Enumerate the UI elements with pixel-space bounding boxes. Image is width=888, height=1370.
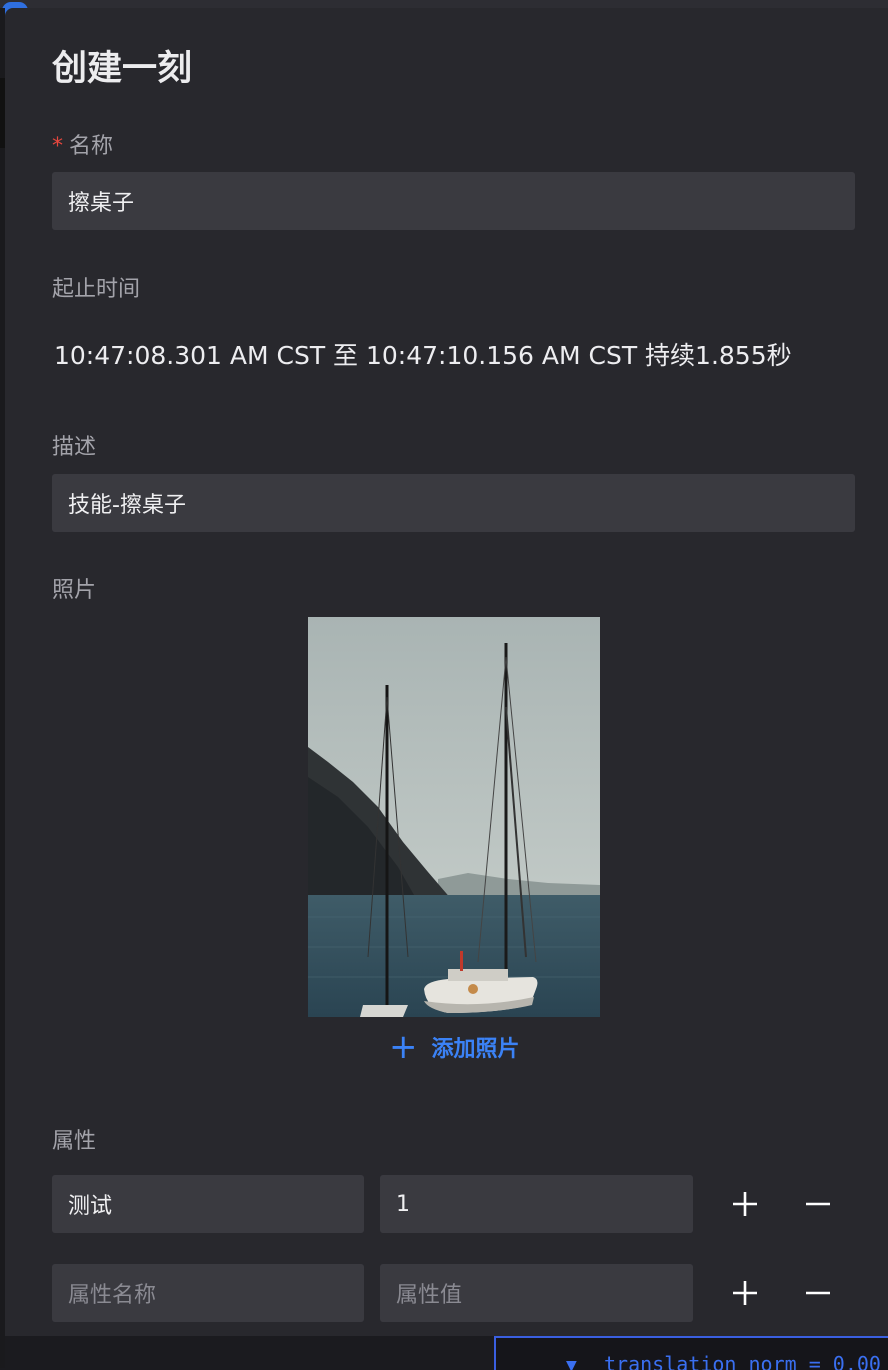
attribute-name-placeholder: 属性名称 bbox=[68, 1283, 157, 1308]
minus-icon bbox=[806, 1202, 830, 1206]
attribute-name-input[interactable]: 属性名称 bbox=[52, 1264, 364, 1322]
attribute-value-input[interactable]: 属性值 bbox=[380, 1264, 693, 1322]
photo-thumbnail[interactable] bbox=[308, 617, 600, 1017]
attribute-name-input[interactable]: 测试 bbox=[52, 1175, 364, 1233]
plus-icon bbox=[733, 1281, 757, 1305]
attributes-label: 属性 bbox=[52, 1129, 97, 1154]
expand-triangle-icon: ▼ bbox=[566, 1358, 577, 1370]
plus-icon bbox=[733, 1192, 757, 1216]
description-label: 描述 bbox=[52, 435, 97, 460]
photos-label: 照片 bbox=[52, 578, 97, 603]
name-input-value: 擦桌子 bbox=[68, 191, 135, 216]
add-photo-button[interactable]: + 添加照片 bbox=[389, 1030, 520, 1064]
description-input-value: 技能-擦桌子 bbox=[68, 493, 186, 518]
sailboat-photo bbox=[308, 617, 600, 1017]
remove-attribute-button[interactable] bbox=[798, 1273, 838, 1313]
background-code-line: translation_norm = 0.00 bbox=[604, 1352, 881, 1370]
attribute-value-value: 1 bbox=[396, 1191, 410, 1217]
add-attribute-button[interactable] bbox=[725, 1184, 765, 1224]
attribute-name-value: 测试 bbox=[68, 1194, 113, 1219]
background-code-panel: ▼ translation_norm = 0.00 bbox=[494, 1336, 888, 1370]
name-label-text: 名称 bbox=[69, 134, 114, 159]
name-label: * 名称 bbox=[52, 128, 113, 160]
required-mark: * bbox=[52, 134, 63, 159]
attribute-value-placeholder: 属性值 bbox=[396, 1283, 463, 1308]
background-app-topbar bbox=[0, 0, 888, 8]
name-input[interactable]: 擦桌子 bbox=[52, 172, 855, 230]
description-input[interactable]: 技能-擦桌子 bbox=[52, 474, 855, 532]
add-attribute-button[interactable] bbox=[725, 1273, 765, 1313]
time-range-label: 起止时间 bbox=[52, 277, 141, 302]
time-range-value: 10:47:08.301 AM CST 至 10:47:10.156 AM CS… bbox=[54, 341, 792, 370]
minus-icon bbox=[806, 1291, 830, 1295]
create-moment-modal: 创建一刻 * 名称 擦桌子 起止时间 10:47:08.301 AM CST 至 … bbox=[5, 8, 888, 1336]
plus-icon: + bbox=[389, 1027, 418, 1067]
modal-title: 创建一刻 bbox=[52, 49, 193, 89]
attribute-value-input[interactable]: 1 bbox=[380, 1175, 693, 1233]
add-photo-label: 添加照片 bbox=[431, 1037, 520, 1062]
remove-attribute-button[interactable] bbox=[798, 1184, 838, 1224]
